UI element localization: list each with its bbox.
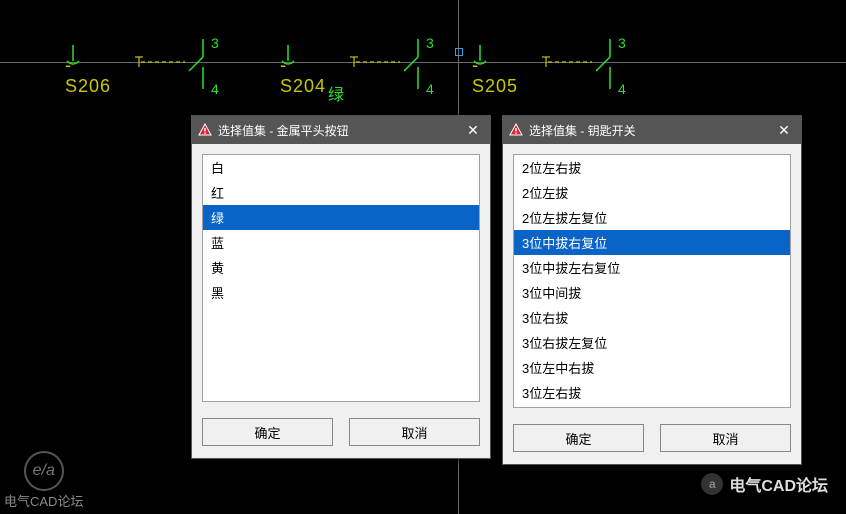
pin-bottom: 4 <box>618 81 626 97</box>
close-icon[interactable]: ✕ <box>773 122 795 139</box>
list-item[interactable]: 绿 <box>203 205 479 230</box>
list-item[interactable]: 红 <box>203 180 479 205</box>
dialog-value-set-left: 选择值集 - 金属平头按钮 ✕ 白红绿蓝黄黑 确定 取消 <box>191 115 491 459</box>
dialog-value-set-right: 选择值集 - 钥匙开关 ✕ 2位左右拔2位左拔2位左拔左复位3位中拔右复位3位中… <box>502 115 802 465</box>
component-id: -S205 <box>472 55 518 97</box>
pin-top: 3 <box>426 35 434 51</box>
cancel-button[interactable]: 取消 <box>349 418 480 446</box>
warning-icon <box>198 123 212 137</box>
list-item[interactable]: 3位右拔左复位 <box>514 330 790 355</box>
list-item[interactable]: 3位中间拔 <box>514 280 790 305</box>
titlebar[interactable]: 选择值集 - 金属平头按钮 ✕ <box>192 116 490 144</box>
list-item[interactable]: 3位中拔右复位 <box>514 230 790 255</box>
list-item[interactable]: 2位左拔 <box>514 180 790 205</box>
component-id: -S206 <box>65 55 111 97</box>
pin-top: 3 <box>618 35 626 51</box>
list-item[interactable]: 3位左右拔 <box>514 380 790 405</box>
cancel-button[interactable]: 取消 <box>660 424 791 452</box>
list-item[interactable]: 黑 <box>203 280 479 305</box>
logo-icon: e/a <box>24 451 64 491</box>
list-item[interactable]: 2位左右拔 <box>514 155 790 180</box>
list-item[interactable]: 3位右拔 <box>514 305 790 330</box>
value-listbox[interactable]: 2位左右拔2位左拔2位左拔左复位3位中拔右复位3位中拔左右复位3位中间拔3位右拔… <box>513 154 791 408</box>
pin-top: 3 <box>211 35 219 51</box>
wechat-icon: a <box>701 473 723 495</box>
warning-icon <box>509 123 523 137</box>
logo-text: 电气CAD论坛 <box>4 491 83 510</box>
component-sublabel: 绿 <box>328 81 344 105</box>
dialog-title: 选择值集 - 金属平头按钮 <box>218 122 462 139</box>
logo-bottom-left: e/a 电气CAD论坛 <box>4 451 83 510</box>
pin-bottom: 4 <box>426 81 434 97</box>
ok-button[interactable]: 确定 <box>202 418 333 446</box>
selection-marker <box>455 48 463 56</box>
titlebar[interactable]: 选择值集 - 钥匙开关 ✕ <box>503 116 801 144</box>
list-item[interactable]: 3位中拔左右复位 <box>514 255 790 280</box>
value-listbox[interactable]: 白红绿蓝黄黑 <box>202 154 480 402</box>
list-item[interactable]: 3位左中右拔 <box>514 355 790 380</box>
ok-button[interactable]: 确定 <box>513 424 644 452</box>
pin-bottom: 4 <box>211 81 219 97</box>
list-item[interactable]: 2位左拔左复位 <box>514 205 790 230</box>
watermark: a 电气CAD论坛 <box>701 472 828 496</box>
list-item[interactable]: 黄 <box>203 255 479 280</box>
list-item[interactable]: 3位左拔 <box>514 405 790 408</box>
list-item[interactable]: 蓝 <box>203 230 479 255</box>
button-row: 确定 取消 <box>503 418 801 464</box>
button-row: 确定 取消 <box>192 412 490 458</box>
dialog-title: 选择值集 - 钥匙开关 <box>529 122 773 139</box>
list-item[interactable]: 白 <box>203 155 479 180</box>
close-icon[interactable]: ✕ <box>462 122 484 139</box>
component-id: -S204 <box>280 55 326 97</box>
watermark-text: 电气CAD论坛 <box>729 472 828 496</box>
